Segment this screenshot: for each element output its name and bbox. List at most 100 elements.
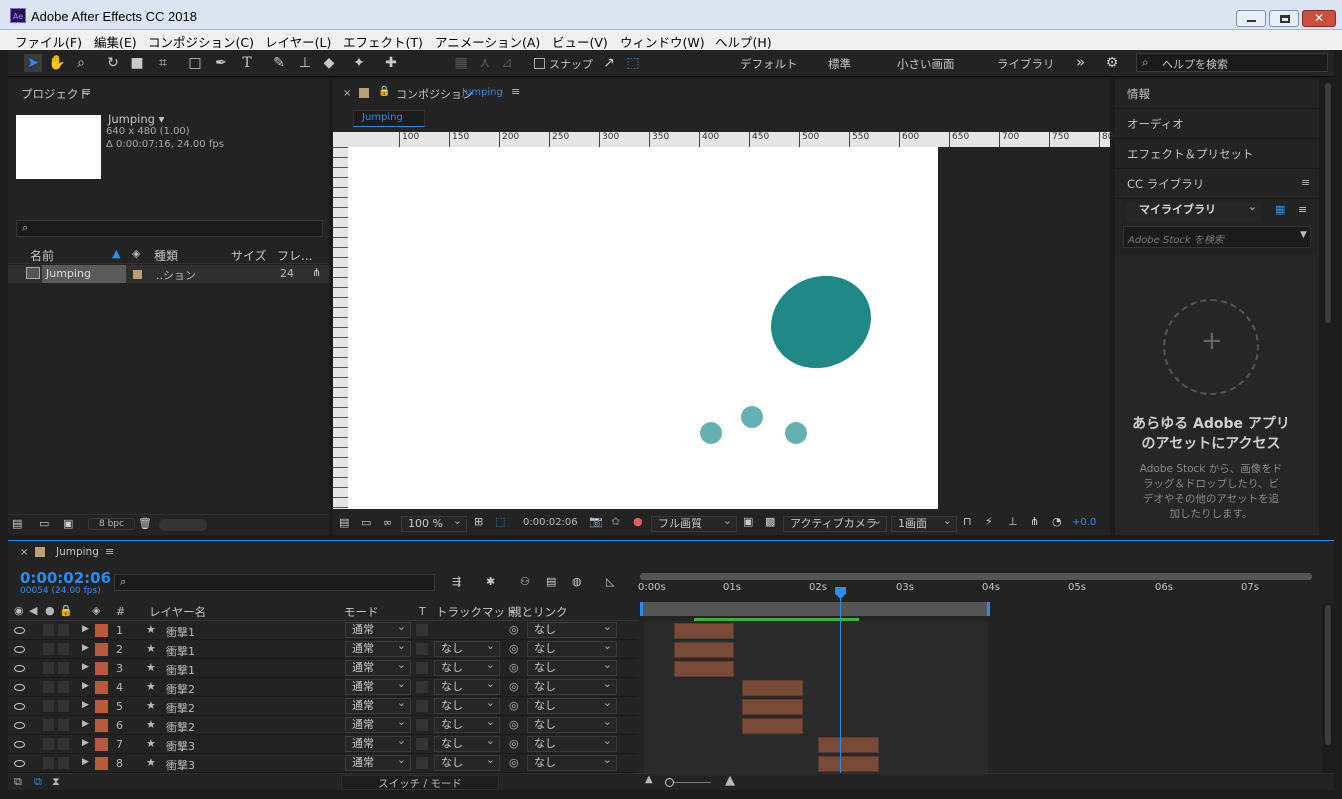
view-axis-icon[interactable]: ⊿ bbox=[498, 54, 516, 72]
right-scrollbar[interactable] bbox=[1322, 79, 1334, 535]
shy-layers-icon[interactable]: ⚇ bbox=[520, 575, 530, 588]
comp-mini-flowchart-icon[interactable]: ⇶ bbox=[452, 575, 461, 588]
toggle-transparency-icon[interactable]: ⬚ bbox=[495, 515, 505, 528]
preserve-transparency-box[interactable] bbox=[416, 662, 428, 674]
layer-bar[interactable] bbox=[674, 623, 734, 639]
viewer-timecode[interactable]: 0:00:02:06 bbox=[523, 517, 578, 528]
project-item-name[interactable]: Jumping ▾ bbox=[108, 112, 164, 126]
comp-canvas[interactable] bbox=[348, 147, 938, 509]
views-select[interactable]: 1画面 bbox=[891, 514, 957, 532]
color-depth-button[interactable]: 8 bpc bbox=[88, 518, 135, 530]
snap-options-icon[interactable]: ↗ bbox=[600, 54, 618, 72]
layer-label-color[interactable] bbox=[95, 700, 108, 713]
snapshot-region-icon[interactable]: ▤ bbox=[339, 516, 349, 529]
layer-row[interactable]: ▶ 5 ★ 衝撃2 通常 なし ◎ なし bbox=[8, 696, 638, 716]
blend-mode-select[interactable]: 通常 bbox=[345, 696, 411, 714]
rectangle-tool-icon[interactable]: □ bbox=[186, 54, 204, 72]
menu-file[interactable]: ファイル(F) bbox=[15, 32, 82, 51]
zoom-select[interactable]: 100 % bbox=[401, 514, 467, 532]
layer-bar[interactable] bbox=[742, 699, 803, 715]
graph-editor-icon[interactable]: ◺ bbox=[606, 575, 614, 588]
timeline-search-input[interactable]: ⌕ bbox=[114, 574, 435, 591]
layer-name[interactable]: 衝撃3 bbox=[166, 757, 195, 773]
lock-box[interactable] bbox=[58, 719, 69, 731]
pickwhip-icon[interactable]: ◎ bbox=[509, 642, 519, 655]
work-area-bar[interactable] bbox=[640, 602, 990, 616]
menu-view[interactable]: ビュー(V) bbox=[552, 32, 608, 51]
exposure-value[interactable]: +0.0 bbox=[1072, 517, 1096, 528]
col-track-matte[interactable]: トラックマット bbox=[436, 604, 517, 620]
sync-settings-icon[interactable]: ⚙ bbox=[1103, 54, 1121, 72]
show-snapshot-icon[interactable]: ✿ bbox=[611, 515, 620, 528]
layer-row[interactable]: ▶ 4 ★ 衝撃2 通常 なし ◎ なし bbox=[8, 677, 638, 697]
layer-row[interactable]: ▶ 6 ★ 衝撃2 通常 なし ◎ なし bbox=[8, 715, 638, 735]
eye-icon[interactable] bbox=[14, 703, 25, 710]
menu-animation[interactable]: アニメーション(A) bbox=[435, 32, 540, 51]
timeline-zoom-slider[interactable] bbox=[665, 778, 711, 787]
layer-label-color[interactable] bbox=[95, 681, 108, 694]
flowchart-icon[interactable]: ⋔ bbox=[312, 266, 321, 279]
layer-row[interactable]: ▶ 7 ★ 衝撃3 通常 なし ◎ なし bbox=[8, 734, 638, 754]
camera-snapshot-icon[interactable]: 📷 bbox=[589, 515, 603, 528]
layer-name[interactable]: 衝撃1 bbox=[166, 624, 195, 640]
new-composition-icon[interactable]: ▣ bbox=[63, 517, 73, 530]
panel-info[interactable]: 情報 bbox=[1115, 79, 1319, 109]
lock-box[interactable] bbox=[58, 700, 69, 712]
transfer-controls-icon[interactable]: ⧉ bbox=[34, 775, 42, 789]
col-layer-name[interactable]: レイヤー名 bbox=[149, 604, 206, 620]
zoom-out-icon[interactable]: ▲ bbox=[645, 774, 653, 785]
zoom-in-icon[interactable]: ▲ bbox=[725, 773, 735, 788]
time-navigator[interactable] bbox=[640, 573, 1312, 580]
chevron-down-icon[interactable]: ▼ bbox=[1300, 230, 1307, 240]
expand-arrow-icon[interactable]: ▶ bbox=[82, 757, 89, 767]
track-matte-select[interactable]: なし bbox=[434, 753, 500, 771]
flowchart-icon[interactable]: ⋔ bbox=[1030, 515, 1039, 528]
draft-3d-icon[interactable]: ✱ bbox=[486, 575, 495, 588]
blend-mode-select[interactable]: 通常 bbox=[345, 715, 411, 733]
track-matte-select[interactable]: なし bbox=[434, 639, 500, 657]
layer-row[interactable]: ▶ 8 ★ 衝撃3 通常 なし ◎ なし bbox=[8, 753, 638, 773]
track-matte-select[interactable]: なし bbox=[434, 658, 500, 676]
eye-icon[interactable] bbox=[14, 684, 25, 691]
layer-label-color[interactable] bbox=[95, 643, 108, 656]
solo-box[interactable] bbox=[43, 643, 54, 655]
slider-knob[interactable] bbox=[665, 778, 674, 787]
project-search-input[interactable]: ⌕ bbox=[16, 220, 323, 237]
menu-help[interactable]: ヘルプ(H) bbox=[715, 32, 772, 51]
blend-mode-select[interactable]: 通常 bbox=[345, 658, 411, 676]
panel-menu-icon[interactable]: ≡ bbox=[105, 545, 114, 558]
pickwhip-icon[interactable]: ◎ bbox=[509, 661, 519, 674]
preserve-transparency-box[interactable] bbox=[416, 719, 428, 731]
col-name[interactable]: 名前 bbox=[30, 247, 54, 264]
timeline-scrollbar[interactable] bbox=[1322, 603, 1334, 773]
roto-brush-tool-icon[interactable]: ✦ bbox=[350, 54, 368, 72]
layer-label-color[interactable] bbox=[95, 738, 108, 751]
layer-name[interactable]: 衝撃1 bbox=[166, 643, 195, 659]
lock-box[interactable] bbox=[58, 662, 69, 674]
layer-row[interactable]: ▶ 2 ★ 衝撃1 通常 なし ◎ なし bbox=[8, 639, 638, 659]
layer-label-color[interactable] bbox=[95, 624, 108, 637]
preserve-transparency-box[interactable] bbox=[416, 681, 428, 693]
layer-bar[interactable] bbox=[674, 642, 734, 658]
solo-box[interactable] bbox=[43, 681, 54, 693]
expand-arrow-icon[interactable]: ▶ bbox=[82, 624, 89, 634]
layer-bar[interactable] bbox=[742, 718, 803, 734]
menu-layer[interactable]: レイヤー(L) bbox=[265, 32, 331, 51]
panel-menu-icon[interactable]: ≡ bbox=[511, 85, 520, 98]
parent-select[interactable]: なし bbox=[527, 696, 617, 714]
footer-slider[interactable] bbox=[159, 519, 207, 531]
current-time-display[interactable]: 0:00:02:06 bbox=[20, 569, 111, 587]
toggle-pixel-aspect-icon[interactable]: ⊓ bbox=[963, 515, 972, 528]
workspace-small-screen[interactable]: 小さい画面 bbox=[897, 56, 955, 72]
pickwhip-icon[interactable]: ◎ bbox=[509, 718, 519, 731]
blend-mode-select[interactable]: 通常 bbox=[345, 620, 411, 638]
delete-icon[interactable]: 🗑 bbox=[138, 517, 152, 530]
expand-arrow-icon[interactable]: ▶ bbox=[82, 738, 89, 748]
new-folder-icon[interactable]: ▭ bbox=[39, 517, 49, 530]
project-row[interactable]: Jumping ..ション 24 ⋔ bbox=[8, 265, 329, 283]
pickwhip-icon[interactable]: ◎ bbox=[509, 756, 519, 769]
menu-composition[interactable]: コンポジション(C) bbox=[148, 32, 254, 51]
stock-search-input[interactable]: Adobe Stock を検索 ▼ bbox=[1123, 226, 1311, 248]
menu-edit[interactable]: 編集(E) bbox=[94, 32, 137, 51]
minimize-button[interactable] bbox=[1236, 10, 1266, 27]
